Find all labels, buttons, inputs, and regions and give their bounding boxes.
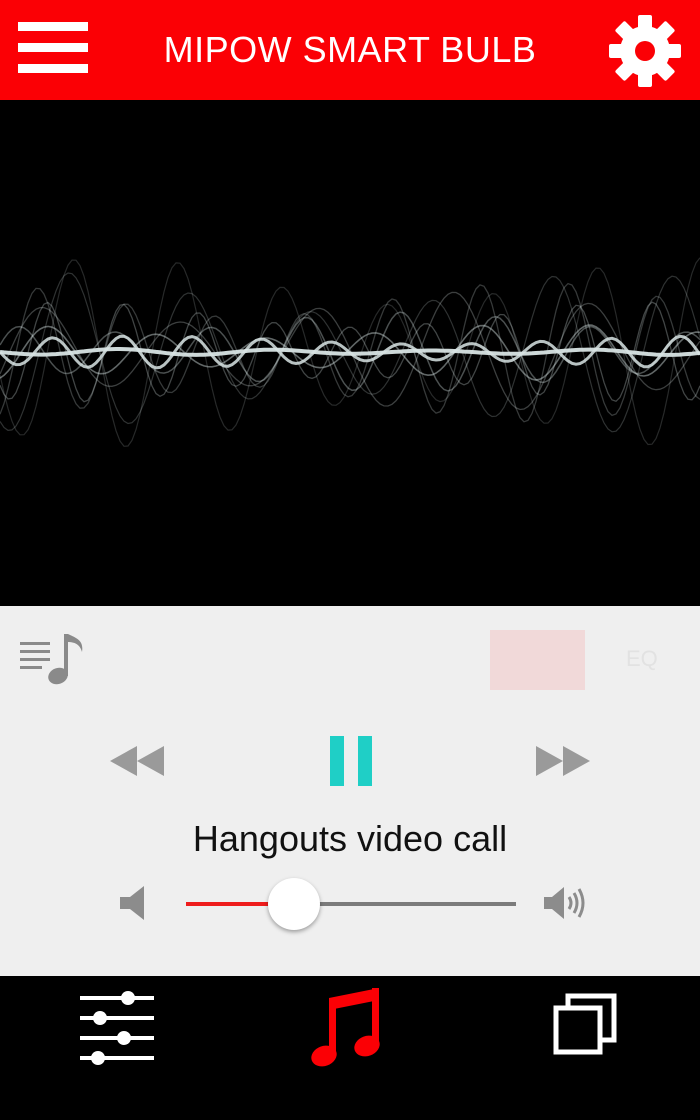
app-header: MIPOW SMART BULB — [0, 0, 700, 100]
volume-low-icon[interactable] — [118, 884, 154, 922]
copy-pages-icon — [553, 993, 617, 1055]
rewind-icon[interactable] — [108, 744, 166, 778]
fast-forward-icon[interactable] — [534, 744, 592, 778]
tab-lighting-controls[interactable] — [0, 976, 233, 1120]
volume-slider[interactable] — [186, 874, 516, 934]
tab-scenes[interactable] — [466, 976, 699, 1120]
volume-high-icon[interactable] — [542, 884, 586, 922]
tab-music[interactable] — [233, 976, 466, 1120]
hamburger-menu-icon[interactable] — [18, 22, 88, 74]
sliders-icon — [80, 991, 154, 1065]
music-note-icon — [311, 988, 380, 1067]
playlist-music-icon[interactable] — [18, 630, 88, 690]
music-visualizer — [0, 100, 700, 606]
app-title: MIPOW SMART BULB — [163, 29, 537, 70]
volume-slider-fill — [186, 902, 269, 906]
device-badge — [490, 630, 585, 690]
gear-icon[interactable] — [608, 14, 682, 88]
pause-icon[interactable] — [328, 734, 374, 788]
track-title: Hangouts video call — [192, 818, 508, 859]
bottom-tab-bar — [0, 976, 700, 1120]
waveform-graphic — [0, 257, 700, 447]
eq-label: EQ — [626, 646, 658, 671]
player-panel: EQ Hangouts video call — [0, 606, 700, 976]
volume-slider-thumb[interactable] — [267, 878, 320, 930]
